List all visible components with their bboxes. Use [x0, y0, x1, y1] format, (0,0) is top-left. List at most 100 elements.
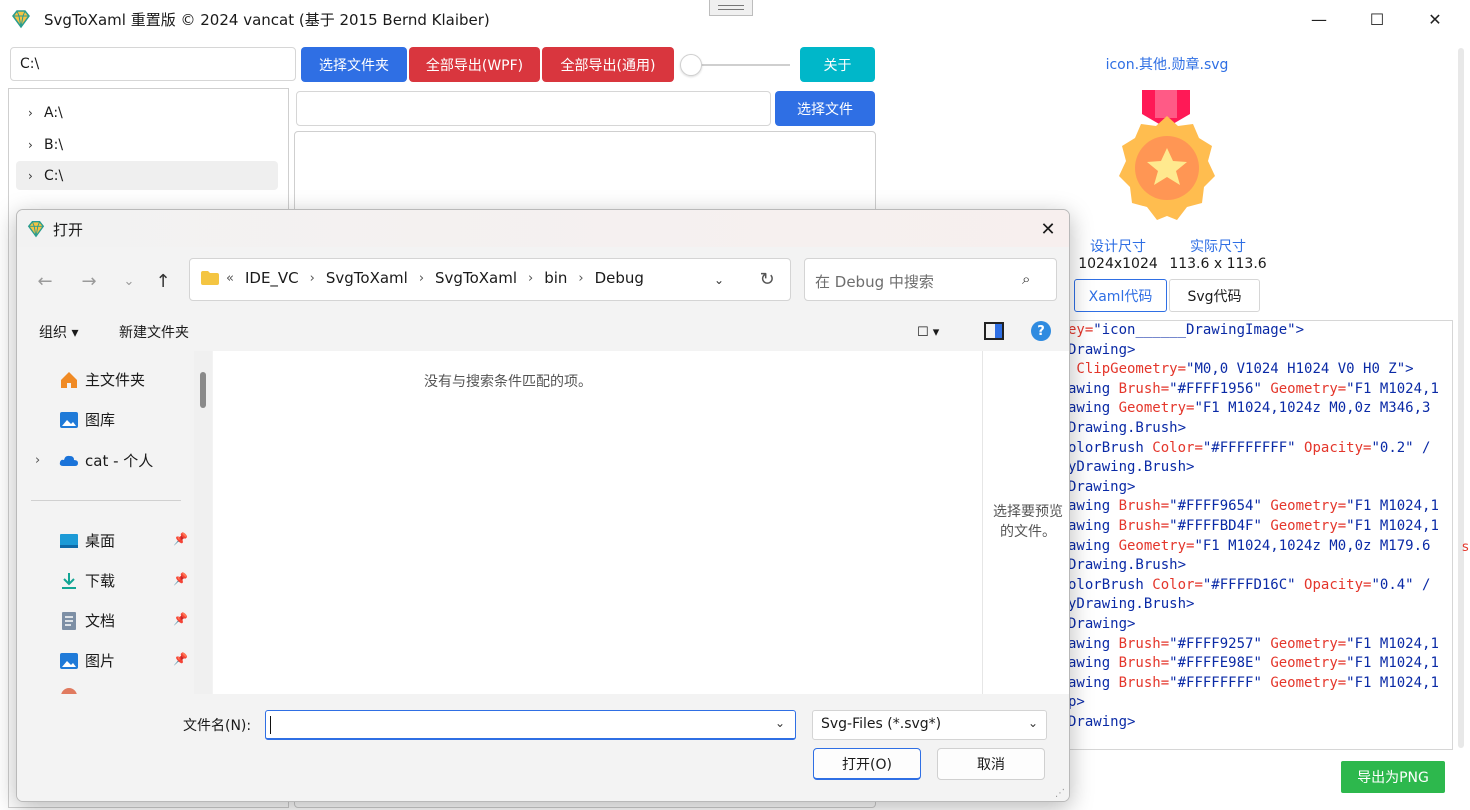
pin-icon[interactable]: 📌: [173, 612, 188, 626]
window-scrollbar[interactable]: [1458, 48, 1464, 748]
export-png-button[interactable]: 导出为PNG: [1341, 761, 1445, 793]
code-line: ClipGeometry="M0,0 V1024 H1024 V0 H0 Z">: [1068, 361, 1414, 378]
organize-button[interactable]: 组织 ▾: [39, 322, 78, 342]
code-line: awing Brush="#FFFF9257" Geometry="F1 M10…: [1068, 635, 1439, 652]
code-line: yDrawing.Brush>: [1068, 596, 1195, 613]
maximize-button[interactable]: ☐: [1348, 0, 1406, 38]
home-icon: [61, 371, 77, 388]
document-icon: [62, 611, 76, 630]
chevron-right-icon[interactable]: ›: [28, 138, 44, 152]
nav-item-home[interactable]: 主文件夹: [59, 369, 145, 390]
dialog-close-button[interactable]: ✕: [1032, 215, 1064, 243]
refresh-icon[interactable]: ↻: [755, 267, 779, 291]
tree-item-label: C:\: [44, 167, 64, 184]
nav-item-label: 图片: [85, 652, 116, 670]
code-line: ey="icon______DrawingImage">: [1068, 322, 1305, 338]
recent-locations-chevron-icon[interactable]: ⌄: [113, 265, 145, 297]
nav-item-pictures[interactable]: 图片: [59, 650, 115, 671]
export-all-wpf-button[interactable]: 全部导出(WPF): [409, 47, 540, 82]
select-file-button[interactable]: 选择文件: [775, 91, 875, 126]
file-path-input[interactable]: [296, 91, 771, 126]
nav-item-documents[interactable]: 文档: [59, 610, 115, 631]
cancel-button[interactable]: 取消: [937, 748, 1045, 780]
pin-icon[interactable]: 📌: [173, 532, 188, 546]
resize-grip-icon[interactable]: ⋰: [1055, 788, 1067, 800]
chevron-down-icon[interactable]: ⌄: [1028, 716, 1038, 730]
code-lines: ey="icon______DrawingImage"> Drawing> Cli…: [1068, 321, 1453, 741]
open-button[interactable]: 打开(O): [813, 748, 921, 780]
breadcrumb-separator-icon[interactable]: ›: [301, 271, 324, 286]
real-size-value: 113.6 x 113.6: [1169, 256, 1267, 272]
nav-item-gallery[interactable]: 图库: [59, 409, 115, 430]
code-line: awing Brush="#FFFFFFFF" Geometry="F1 M10…: [1068, 674, 1439, 691]
code-line: yDrawing.Brush>: [1068, 459, 1195, 476]
preview-text-line: 的文件。: [1000, 524, 1056, 540]
nav-item-label: 主文件夹: [85, 371, 146, 389]
breadcrumb: « IDE_VC › SvgToXaml › SvgToXaml › bin ›…: [226, 269, 646, 287]
code-line: Drawing>: [1068, 713, 1136, 730]
breadcrumb-bin[interactable]: bin: [542, 269, 569, 287]
chevron-right-icon[interactable]: ›: [35, 453, 40, 468]
nav-item-downloads[interactable]: 下载: [59, 570, 115, 591]
chevron-right-icon[interactable]: ›: [28, 106, 44, 120]
breadcrumb-overflow[interactable]: «: [226, 271, 243, 286]
chevron-right-icon[interactable]: ›: [28, 169, 44, 183]
breadcrumb-separator-icon[interactable]: ›: [569, 271, 592, 286]
code-line: Drawing>: [1068, 341, 1136, 358]
tree-item-b-drive[interactable]: › B:\: [16, 130, 278, 159]
filename-label: 文件名(N):: [183, 718, 252, 734]
folder-path-input[interactable]: C:\: [10, 47, 296, 81]
tab-xaml-code[interactable]: Xaml代码: [1074, 279, 1167, 312]
about-button[interactable]: 关于: [800, 47, 875, 82]
back-arrow-icon[interactable]: ←: [29, 265, 61, 297]
new-folder-button[interactable]: 新建文件夹: [119, 322, 189, 342]
breadcrumb-ide-vc[interactable]: IDE_VC: [243, 269, 301, 287]
code-line: Drawing.Brush>: [1068, 419, 1187, 436]
nav-scrollbar-thumb[interactable]: [200, 372, 206, 408]
size-slider-track[interactable]: [690, 64, 790, 66]
gallery-icon: [60, 411, 78, 428]
tree-item-c-drive[interactable]: › C:\: [16, 161, 278, 190]
code-line: awing Geometry="F1 M1024,1024z M0,0z M17…: [1068, 537, 1431, 554]
select-folder-button[interactable]: 选择文件夹: [301, 47, 407, 82]
text-caret: [270, 716, 271, 734]
nav-item-label: 桌面: [85, 532, 116, 550]
search-icon[interactable]: ⌕: [1022, 270, 1040, 288]
preview-pane-toggle-icon[interactable]: [984, 322, 1004, 340]
view-options-icon[interactable]: ☐ ▾: [917, 321, 957, 343]
filetype-select[interactable]: Svg-Files (*.svg*): [812, 710, 1047, 740]
file-list-area[interactable]: [213, 351, 982, 694]
help-icon[interactable]: ?: [1031, 321, 1051, 341]
code-line: Drawing.Brush>: [1068, 557, 1187, 574]
breadcrumb-separator-icon[interactable]: ›: [519, 271, 542, 286]
close-button[interactable]: ✕: [1406, 0, 1464, 38]
title-bar: SvgToXaml 重置版 © 2024 vancat (基于 2015 Ber…: [0, 0, 1470, 38]
forward-arrow-icon[interactable]: →: [73, 265, 105, 297]
code-line: olorBrush Color="#FFFFD16C" Opacity="0.4…: [1068, 576, 1431, 593]
code-line: olorBrush Color="#FFFFFFFF" Opacity="0.2…: [1068, 439, 1431, 456]
real-size-label: 实际尺寸: [1190, 239, 1246, 255]
breadcrumb-svgtoxaml-project[interactable]: SvgToXaml: [433, 269, 519, 287]
code-line: Drawing>: [1068, 478, 1136, 495]
tab-svg-code[interactable]: Svg代码: [1169, 279, 1260, 312]
minimize-button[interactable]: —: [1290, 0, 1348, 38]
empty-results-text: 没有与搜索条件匹配的项。: [424, 374, 592, 390]
filename-history-chevron-icon[interactable]: ⌄: [775, 716, 785, 730]
pin-icon[interactable]: 📌: [173, 572, 188, 586]
nav-item-desktop[interactable]: 桌面: [59, 530, 115, 551]
preview-filename: icon.其他.勋章.svg: [1105, 57, 1229, 73]
app-diamond-icon: [12, 10, 30, 29]
filename-input[interactable]: [265, 710, 796, 740]
code-line: Drawing>: [1068, 615, 1136, 632]
nav-item-onedrive[interactable]: cat - 个人: [59, 450, 153, 471]
drag-handle[interactable]: [709, 0, 753, 16]
size-slider-thumb[interactable]: [680, 54, 702, 76]
export-all-general-button[interactable]: 全部导出(通用): [542, 47, 674, 82]
pin-icon[interactable]: 📌: [173, 652, 188, 666]
breadcrumb-separator-icon[interactable]: ›: [410, 271, 433, 286]
address-dropdown-icon[interactable]: ⌄: [707, 269, 731, 291]
breadcrumb-debug[interactable]: Debug: [593, 269, 646, 287]
tree-item-a-drive[interactable]: › A:\: [16, 98, 278, 127]
up-arrow-icon[interactable]: ↑: [147, 265, 179, 297]
breadcrumb-svgtoxaml[interactable]: SvgToXaml: [324, 269, 410, 287]
